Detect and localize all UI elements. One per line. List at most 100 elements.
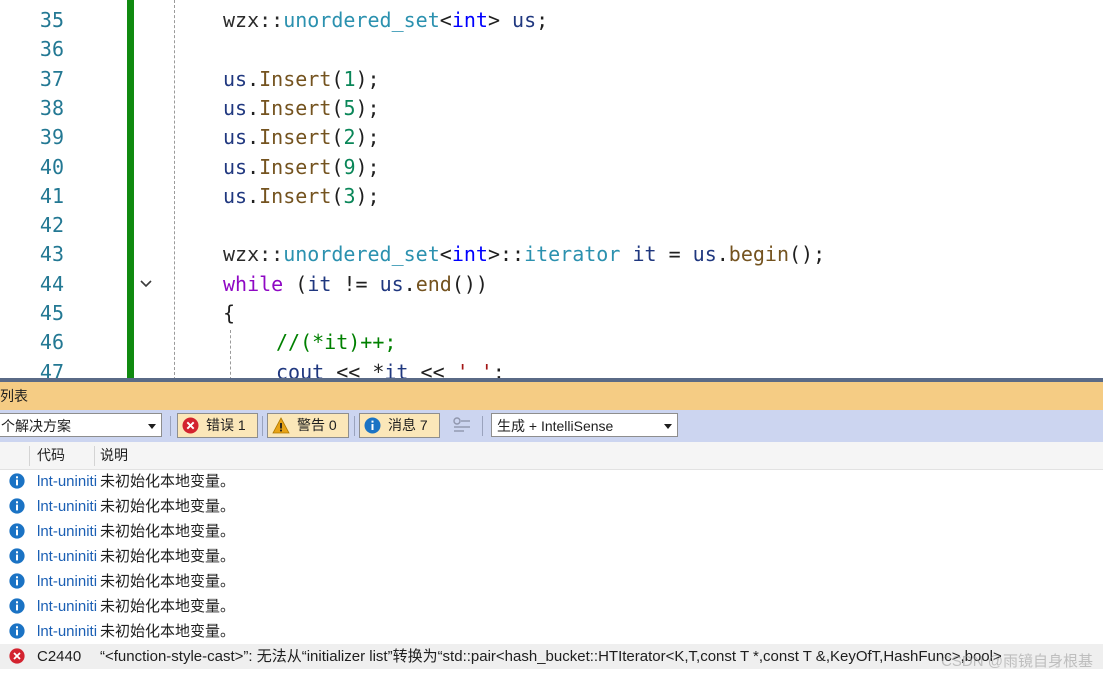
- code-token: us: [223, 183, 248, 208]
- row-code[interactable]: lnt-uninitialized-local: [37, 544, 97, 569]
- warning-icon: [272, 417, 290, 434]
- code-token: 1: [343, 66, 356, 91]
- code-line[interactable]: wzx::unordered_set<int>::iterator it = u…: [223, 240, 825, 269]
- row-code[interactable]: lnt-uninitialized-local: [37, 619, 97, 644]
- info-icon: [364, 417, 381, 434]
- row-code[interactable]: lnt-uninitialized-local: [37, 469, 97, 494]
- warnings-filter-button[interactable]: 警告 0: [267, 413, 349, 438]
- code-token: !=: [331, 271, 380, 296]
- code-token: << *: [324, 359, 385, 380]
- message-row[interactable]: lnt-uninitialized-local未初始化本地变量。: [0, 544, 1103, 569]
- code-token: unordered_set: [283, 8, 440, 32]
- line-number: 40: [39, 154, 64, 179]
- code-token: us: [223, 95, 248, 120]
- line-number: 37: [39, 66, 64, 91]
- error-list-toolbar: 个解决方案 错误 1 警告 0 消息 7 生成 + IntelliSense: [0, 410, 1103, 442]
- error-list-column-header: 代码 说明: [0, 442, 1103, 470]
- build-intellisense-dropdown[interactable]: 生成 + IntelliSense: [491, 413, 678, 437]
- messages-filter-label: 消息 7: [388, 417, 428, 433]
- line-number: 44: [39, 271, 64, 296]
- code-token: us: [512, 8, 537, 32]
- code-token: begin: [728, 242, 790, 267]
- collapse-chevron-icon[interactable]: [138, 276, 154, 292]
- message-row[interactable]: lnt-uninitialized-local未初始化本地变量。: [0, 619, 1103, 644]
- code-token: Insert: [259, 95, 332, 120]
- message-row[interactable]: lnt-uninitialized-local未初始化本地变量。: [0, 494, 1103, 519]
- code-token: ;: [536, 8, 549, 32]
- info-icon: [9, 548, 25, 564]
- toolbar-separator: [354, 416, 355, 436]
- row-code[interactable]: lnt-uninitialized-local: [37, 569, 97, 594]
- column-header-description[interactable]: 说明: [100, 442, 128, 469]
- code-line[interactable]: cout << *it << ' ';: [276, 358, 505, 380]
- message-row[interactable]: lnt-uninitialized-local未初始化本地变量。: [0, 569, 1103, 594]
- info-icon: [9, 498, 25, 514]
- code-line[interactable]: us.Insert(3);: [223, 182, 380, 211]
- toolbar-separator: [170, 416, 171, 436]
- code-token: iterator: [524, 242, 621, 267]
- message-row[interactable]: lnt-uninitialized-local未初始化本地变量。: [0, 469, 1103, 494]
- code-line[interactable]: //(*it)++;: [276, 328, 396, 357]
- code-token: <: [439, 242, 452, 267]
- code-editor[interactable]: 35 36 37 38 39 40 41 42 43 44 45 46 47 wzx::unordere…: [0, 0, 1103, 380]
- code-token: it: [307, 271, 332, 296]
- code-token: wzx::: [223, 8, 284, 32]
- code-line[interactable]: us.Insert(9);: [223, 153, 380, 182]
- scope-dropdown[interactable]: 个解决方案: [0, 413, 162, 437]
- code-token: us: [223, 154, 248, 179]
- code-token: us: [692, 242, 717, 267]
- code-token: .: [403, 271, 416, 296]
- row-code[interactable]: lnt-uninitialized-local: [37, 494, 97, 519]
- code-line[interactable]: wzx::unordered_set<int> us;: [223, 6, 548, 35]
- change-tracking-bar: [127, 0, 134, 380]
- column-divider[interactable]: [94, 446, 95, 466]
- error-icon: [9, 648, 25, 664]
- line-number: 41: [39, 183, 64, 208]
- row-description: 未初始化本地变量。: [100, 523, 236, 540]
- row-description: 未初始化本地变量。: [100, 623, 236, 640]
- code-token: (: [331, 183, 344, 208]
- code-token: end: [415, 271, 452, 296]
- message-row[interactable]: lnt-uninitialized-local未初始化本地变量。: [0, 594, 1103, 619]
- scope-dropdown-value: 个解决方案: [1, 418, 71, 434]
- column-header-code[interactable]: 代码: [37, 442, 65, 469]
- line-number: 45: [39, 301, 64, 325]
- code-line[interactable]: us.Insert(1);: [223, 65, 380, 94]
- code-token: wzx::: [223, 242, 284, 267]
- code-line[interactable]: us.Insert(2);: [223, 123, 380, 152]
- code-line[interactable]: us.Insert(5);: [223, 94, 380, 123]
- code-token: .: [247, 183, 260, 208]
- code-token: 3: [343, 183, 356, 208]
- code-token: );: [355, 66, 380, 91]
- code-token: (: [331, 66, 344, 91]
- code-token: ' ': [456, 359, 493, 380]
- message-row[interactable]: lnt-uninitialized-local未初始化本地变量。: [0, 519, 1103, 544]
- code-token: //(*it)++;: [276, 330, 397, 355]
- messages-filter-button[interactable]: 消息 7: [359, 413, 440, 438]
- row-description: 未初始化本地变量。: [100, 573, 236, 590]
- panel-title: 列表: [0, 388, 28, 404]
- toolbar-separator: [262, 416, 263, 436]
- code-token: );: [355, 154, 380, 179]
- code-line[interactable]: while (it != us.end()): [223, 270, 488, 299]
- line-number: 39: [39, 125, 64, 150]
- errors-filter-button[interactable]: 错误 1: [177, 413, 258, 438]
- row-code[interactable]: lnt-uninitialized-local: [37, 519, 97, 544]
- info-icon: [9, 598, 25, 614]
- line-number: 47: [39, 359, 64, 380]
- row-code[interactable]: C2440: [37, 644, 81, 669]
- code-line[interactable]: {: [223, 299, 235, 328]
- line-number: 46: [39, 330, 64, 355]
- code-token: Insert: [259, 183, 332, 208]
- row-code[interactable]: lnt-uninitialized-local: [37, 594, 97, 619]
- column-divider[interactable]: [29, 446, 30, 466]
- code-token: while: [223, 271, 284, 296]
- code-token: <: [439, 8, 452, 32]
- row-description: 未初始化本地变量。: [100, 548, 236, 565]
- filter-options-icon[interactable]: [452, 416, 472, 434]
- code-token: cout: [276, 359, 325, 380]
- info-icon: [9, 473, 25, 489]
- code-token: .: [247, 66, 260, 91]
- code-token: .: [247, 125, 260, 150]
- error-row[interactable]: C2440 “<function-style-cast>”: 无法从“initia…: [0, 644, 1103, 669]
